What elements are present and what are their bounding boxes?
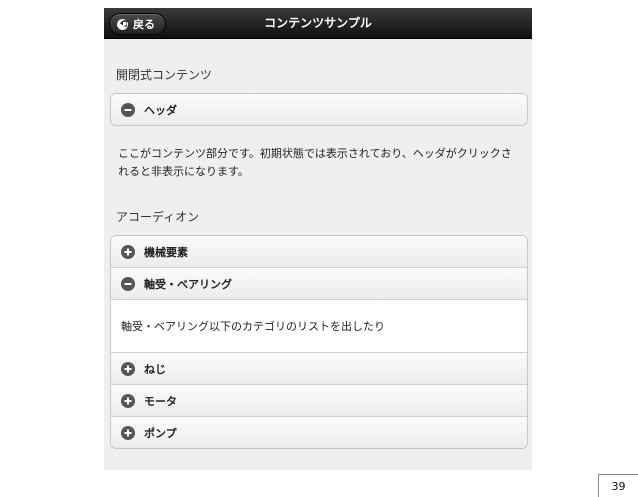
mobile-screen: 戻る コンテンツサンプル 開閉式コンテンツ ヘッダ ここがコンテンツ部分です。初… bbox=[104, 8, 532, 470]
plus-icon bbox=[121, 361, 135, 376]
accordion-item-label: ポンプ bbox=[144, 426, 177, 440]
collapsible-section-label: 開閉式コンテンツ bbox=[116, 68, 213, 82]
accordion-panel-bearing: 軸受・ベアリング以下のカテゴリのリストを出したり bbox=[111, 300, 527, 353]
accordion-item-label: モータ bbox=[144, 394, 177, 408]
collapsible-header[interactable]: ヘッダ bbox=[111, 94, 527, 125]
collapsible-card: ヘッダ bbox=[110, 93, 528, 126]
plus-icon bbox=[121, 393, 135, 408]
page-title: コンテンツサンプル bbox=[264, 16, 372, 30]
minus-icon bbox=[121, 276, 135, 291]
accordion-section-label: アコーディオン bbox=[116, 210, 200, 224]
accordion: 機械要素 軸受・ベアリング 軸受・ベアリング以下のカテゴリのリストを出したり ね… bbox=[110, 235, 528, 449]
accordion-item-pump[interactable]: ポンプ bbox=[111, 417, 527, 448]
minus-icon bbox=[121, 102, 135, 117]
plus-icon bbox=[121, 425, 135, 440]
accordion-item-bearing[interactable]: 軸受・ベアリング bbox=[111, 268, 527, 300]
app-header: 戻る コンテンツサンプル bbox=[104, 8, 532, 39]
accordion-item-label: 機械要素 bbox=[144, 245, 188, 259]
collapsible-header-label: ヘッダ bbox=[144, 103, 177, 117]
accordion-item-motor[interactable]: モータ bbox=[111, 385, 527, 417]
accordion-panel-text: 軸受・ベアリング以下のカテゴリのリストを出したり bbox=[121, 320, 385, 333]
plus-icon bbox=[121, 244, 135, 259]
page-number: 39 bbox=[598, 474, 638, 497]
accordion-item-neji[interactable]: ねじ bbox=[111, 353, 527, 385]
collapsible-content: ここがコンテンツ部分です。初期状態では表示されており、ヘッダがクリックされると非… bbox=[118, 147, 512, 178]
accordion-item-kikai[interactable]: 機械要素 bbox=[111, 236, 527, 268]
accordion-item-label: ねじ bbox=[144, 362, 166, 376]
accordion-item-label: 軸受・ベアリング bbox=[144, 277, 232, 291]
